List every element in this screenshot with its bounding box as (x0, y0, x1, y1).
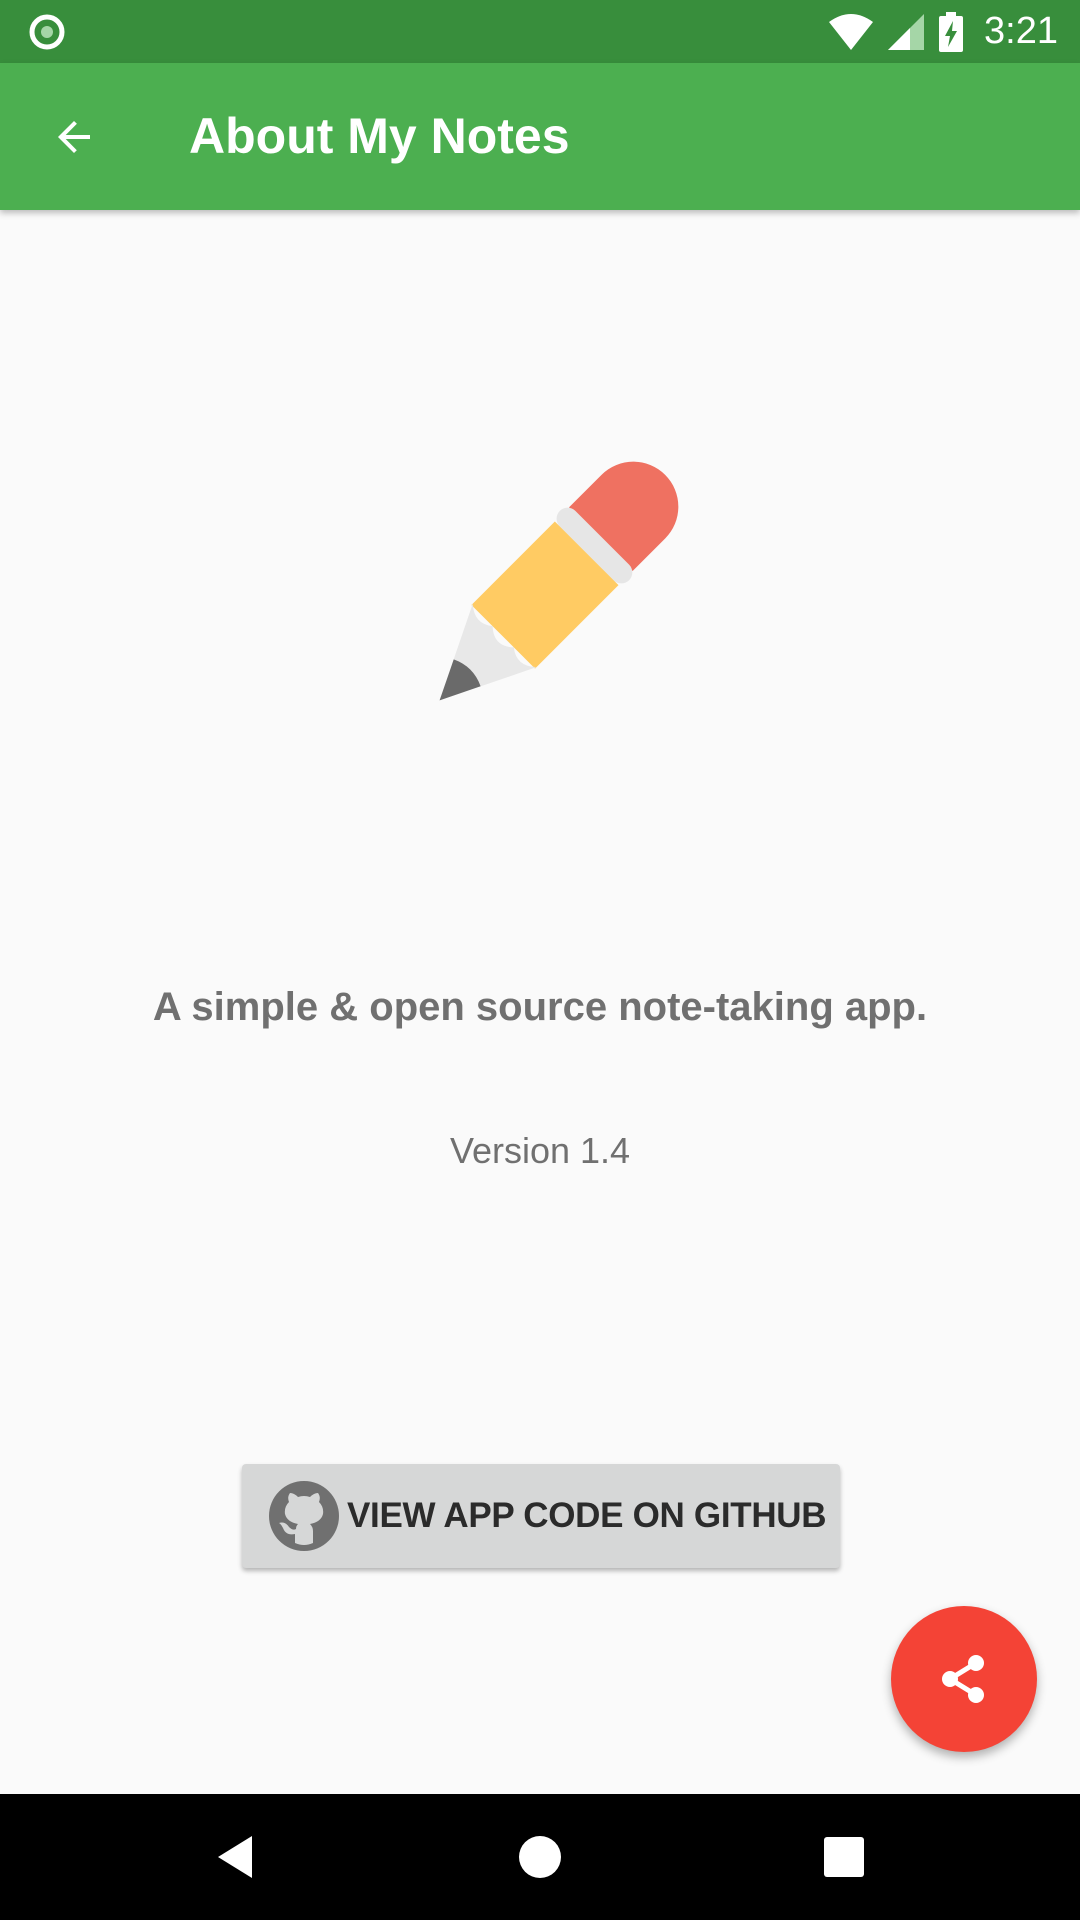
back-triangle-icon (218, 1836, 252, 1878)
version-label: Version 1.4 (449, 1130, 631, 1171)
share-button[interactable] (891, 1606, 1037, 1752)
wifi-icon (829, 13, 874, 50)
tagline: A simple & open source note-taking app. (152, 985, 928, 1029)
status-time: 3:21 (984, 10, 1058, 52)
about-screen: 3:21 About My Notes A simple & open sour… (0, 0, 1080, 1920)
view-github-button[interactable]: VIEW APP CODE ON GITHUB (242, 1464, 840, 1568)
arrow-back-icon (58, 121, 90, 153)
battery-charging-icon (939, 11, 964, 52)
page-title: About My Notes (189, 108, 570, 164)
home-circle-icon (519, 1836, 561, 1878)
app-bar: About My Notes (0, 63, 1080, 210)
back-button[interactable] (36, 99, 112, 175)
nav-back-button[interactable] (177, 1794, 297, 1920)
circle-notification-icon (29, 14, 65, 50)
signal-icon (888, 13, 925, 50)
share-icon (942, 1655, 984, 1703)
nav-home-button[interactable] (480, 1794, 600, 1920)
status-bar: 3:21 (0, 0, 1080, 63)
github-icon (269, 1481, 339, 1551)
navigation-bar (0, 1794, 1080, 1920)
nav-recents-button[interactable] (784, 1794, 904, 1920)
recents-square-icon (824, 1837, 864, 1877)
pencil-icon (439, 461, 679, 701)
status-icons: 3:21 (828, 0, 1058, 63)
view-github-label: VIEW APP CODE ON GITHUB (347, 1496, 827, 1535)
